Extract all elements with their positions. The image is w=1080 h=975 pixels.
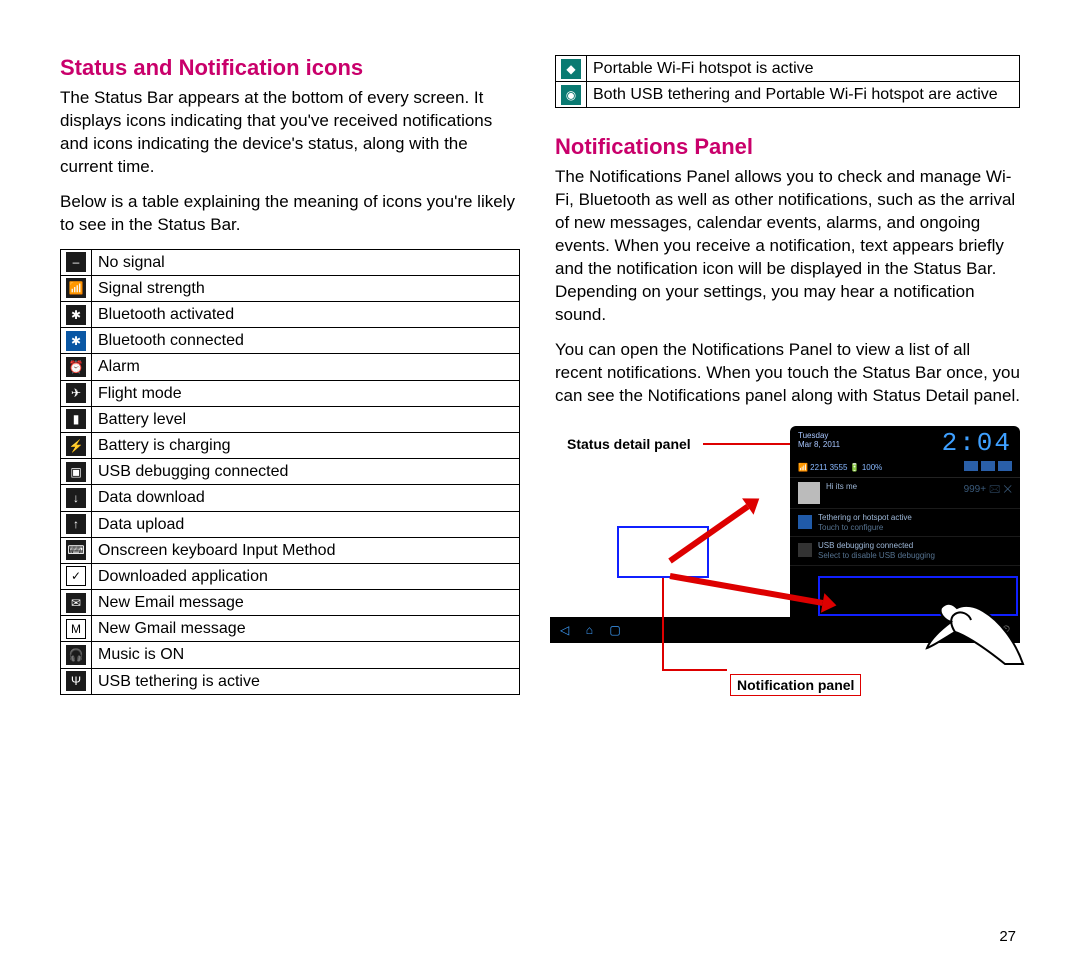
usb-and-hotspot-icon: ◉	[556, 82, 587, 108]
icon-description: New Gmail message	[92, 616, 520, 642]
signal-strength-icon: 📶	[61, 275, 92, 301]
new-email-icon: ✉	[61, 590, 92, 616]
highlight-box	[818, 576, 1018, 616]
notification-title: Hi its me	[826, 482, 958, 492]
table-row: ΨUSB tethering is active	[61, 668, 520, 694]
table-row: ✱Bluetooth activated	[61, 302, 520, 328]
usb-tethering-icon: Ψ	[61, 668, 92, 694]
page-number: 27	[555, 928, 1020, 945]
status-icons-intro-1: The Status Bar appears at the bottom of …	[60, 87, 520, 179]
table-row: ↓Data download	[61, 485, 520, 511]
table-row: ⚡Battery is charging	[61, 432, 520, 458]
icon-description: Bluetooth connected	[92, 328, 520, 354]
taskbar-status-icons: 🔋 📶 ⏲	[972, 624, 1010, 635]
callout-notification-panel-label: Notification panel	[730, 674, 861, 696]
icon-description: Data upload	[92, 511, 520, 537]
table-row: ✈Flight mode	[61, 380, 520, 406]
notification-subtitle: Select to disable USB debugging	[818, 551, 1012, 561]
table-row: ▮Battery level	[61, 406, 520, 432]
data-download-icon: ↓	[61, 485, 92, 511]
icon-description: Battery is charging	[92, 432, 520, 458]
icon-description: New Email message	[92, 590, 520, 616]
callout-status-detail-label: Status detail panel	[567, 436, 691, 452]
notification-actions: 🖂 ✕	[989, 484, 1012, 495]
notifications-panel-para-1: The Notifications Panel allows you to ch…	[555, 166, 1020, 327]
icon-description: No signal	[92, 249, 520, 275]
table-row: ▣USB debugging connected	[61, 459, 520, 485]
callout-leader-line	[662, 578, 664, 670]
notification-badge: 999+	[964, 484, 987, 495]
table-row: ◆Portable Wi-Fi hotspot is active	[556, 56, 1020, 82]
table-row: ↑Data upload	[61, 511, 520, 537]
notifications-panel-heading: Notifications Panel	[555, 134, 1020, 160]
home-icon: ⌂	[586, 623, 593, 637]
back-icon: ◁	[560, 623, 569, 637]
bluetooth-connected-icon: ✱	[61, 328, 92, 354]
icon-description: Portable Wi-Fi hotspot is active	[587, 56, 1020, 82]
icon-description: Bluetooth activated	[92, 302, 520, 328]
table-row: ✱Bluetooth connected	[61, 328, 520, 354]
icon-description: Music is ON	[92, 642, 520, 668]
callout-leader-line	[703, 443, 791, 445]
recents-icon: ▢	[609, 623, 620, 637]
status-icon-table: –No signal📶Signal strength✱Bluetooth act…	[60, 249, 520, 695]
notification-title: Tethering or hotspot active	[818, 513, 1012, 523]
notification-subtitle: Touch to configure	[818, 523, 1012, 533]
table-row: –No signal	[61, 249, 520, 275]
notifications-panel-figure: Status detail panel Tuesday Mar 8, 2011 …	[555, 426, 1020, 696]
left-column: Status and Notification icons The Status…	[60, 55, 520, 945]
data-upload-icon: ↑	[61, 511, 92, 537]
usb-icon	[798, 543, 812, 557]
keyboard-input-icon: ⌨	[61, 537, 92, 563]
device-date: Mar 8, 2011	[798, 441, 840, 450]
flight-mode-icon: ✈	[61, 380, 92, 406]
portable-hotspot-icon: ◆	[556, 56, 587, 82]
battery-level-icon: ▮	[61, 406, 92, 432]
notification-title: USB debugging connected	[818, 541, 1012, 551]
callout-leader-line	[662, 669, 727, 671]
status-icons-intro-2: Below is a table explaining the meaning …	[60, 191, 520, 237]
table-row: 🎧Music is ON	[61, 642, 520, 668]
table-row: ✉New Email message	[61, 590, 520, 616]
device-taskbar: ◁ ⌂ ▢ 🔋 📶 ⏲	[550, 617, 1020, 643]
table-row: ⌨Onscreen keyboard Input Method	[61, 537, 520, 563]
right-column: ◆Portable Wi-Fi hotspot is active◉Both U…	[555, 55, 1020, 945]
no-signal-icon: –	[61, 249, 92, 275]
usb-debugging-icon: ▣	[61, 459, 92, 485]
device-quick-toggles	[961, 461, 1012, 473]
music-on-icon: 🎧	[61, 642, 92, 668]
table-row: 📶Signal strength	[61, 275, 520, 301]
alarm-icon: ⏰	[61, 354, 92, 380]
status-icons-heading: Status and Notification icons	[60, 55, 520, 81]
table-row: MNew Gmail message	[61, 616, 520, 642]
table-row: ◉Both USB tethering and Portable Wi-Fi h…	[556, 82, 1020, 108]
icon-description: USB tethering is active	[92, 668, 520, 694]
device-notification-item: Tethering or hotspot active Touch to con…	[790, 509, 1020, 537]
downloaded-app-icon: ✓	[61, 563, 92, 589]
table-row: ⏰Alarm	[61, 354, 520, 380]
device-notification-item: Hi its me 999+ 🖂 ✕	[790, 478, 1020, 509]
icon-description: Alarm	[92, 354, 520, 380]
icon-description: Battery level	[92, 406, 520, 432]
icon-description: USB debugging connected	[92, 459, 520, 485]
hotspot-icon	[798, 515, 812, 529]
device-clock: 2:04	[942, 432, 1012, 455]
icon-description: Signal strength	[92, 275, 520, 301]
battery-charging-icon: ⚡	[61, 432, 92, 458]
avatar	[798, 482, 820, 504]
icon-description: Onscreen keyboard Input Method	[92, 537, 520, 563]
icon-description: Data download	[92, 485, 520, 511]
status-icon-table-continued: ◆Portable Wi-Fi hotspot is active◉Both U…	[555, 55, 1020, 108]
icon-description: Flight mode	[92, 380, 520, 406]
bluetooth-activated-icon: ✱	[61, 302, 92, 328]
icon-description: Both USB tethering and Portable Wi-Fi ho…	[587, 82, 1020, 108]
device-signal-battery: 📶 2211 3555 🔋 100%	[798, 463, 882, 472]
table-row: ✓Downloaded application	[61, 563, 520, 589]
new-gmail-icon: M	[61, 616, 92, 642]
device-notification-item: USB debugging connected Select to disabl…	[790, 537, 1020, 565]
icon-description: Downloaded application	[92, 563, 520, 589]
notifications-panel-para-2: You can open the Notifications Panel to …	[555, 339, 1020, 408]
highlight-box	[617, 526, 709, 578]
